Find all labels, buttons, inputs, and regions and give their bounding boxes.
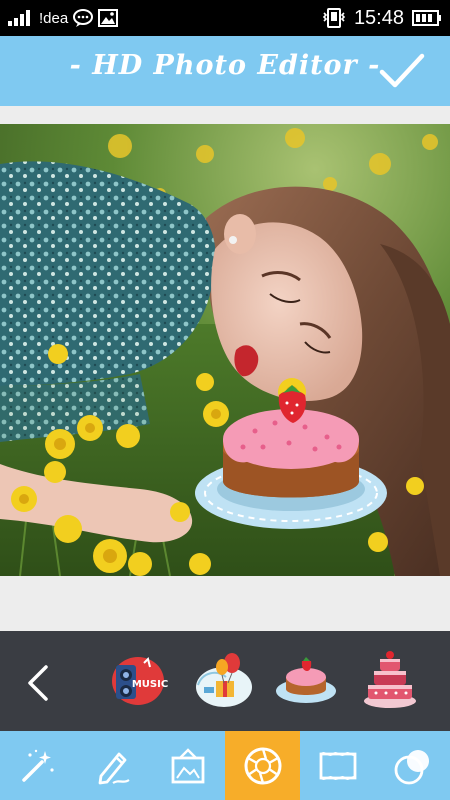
editor-canvas xyxy=(0,106,450,631)
sticker-bar: MUSIC xyxy=(0,631,450,731)
app-bar: - HD Photo Editor - xyxy=(0,36,450,106)
aperture-icon xyxy=(244,747,281,784)
tool-effects[interactable] xyxy=(225,731,300,800)
overlay-icon xyxy=(394,749,429,784)
pencil-icon xyxy=(98,752,130,784)
signal-icon xyxy=(8,10,30,26)
vibrate-icon xyxy=(322,8,346,28)
tool-draw[interactable] xyxy=(75,731,150,800)
battery-icon xyxy=(412,10,441,26)
carrier-name: !dea xyxy=(39,9,69,27)
tool-overlay[interactable] xyxy=(375,731,450,800)
status-bar: !dea 15:48 xyxy=(0,0,450,36)
image-notification-icon xyxy=(98,9,119,27)
svg-text:MUSIC: MUSIC xyxy=(132,679,168,690)
tool-border[interactable] xyxy=(300,731,375,800)
magic-wand-icon xyxy=(21,749,54,782)
back-chevron-icon[interactable] xyxy=(22,661,56,705)
tiered-cake-sticker[interactable] xyxy=(358,647,422,711)
tool-frame[interactable] xyxy=(150,731,225,800)
chat-notification-icon xyxy=(73,9,94,27)
music-sticker[interactable]: MUSIC xyxy=(104,647,168,711)
gift-balloon-sticker[interactable] xyxy=(192,647,256,711)
tool-magic[interactable] xyxy=(0,731,75,800)
border-icon xyxy=(319,751,356,780)
placed-cake-sticker[interactable] xyxy=(193,381,389,531)
frame-icon xyxy=(171,747,204,783)
tool-bar xyxy=(0,731,450,800)
confirm-check-button[interactable] xyxy=(378,50,426,92)
cake-plate-sticker[interactable] xyxy=(274,647,338,711)
clock: 15:48 xyxy=(353,6,404,29)
